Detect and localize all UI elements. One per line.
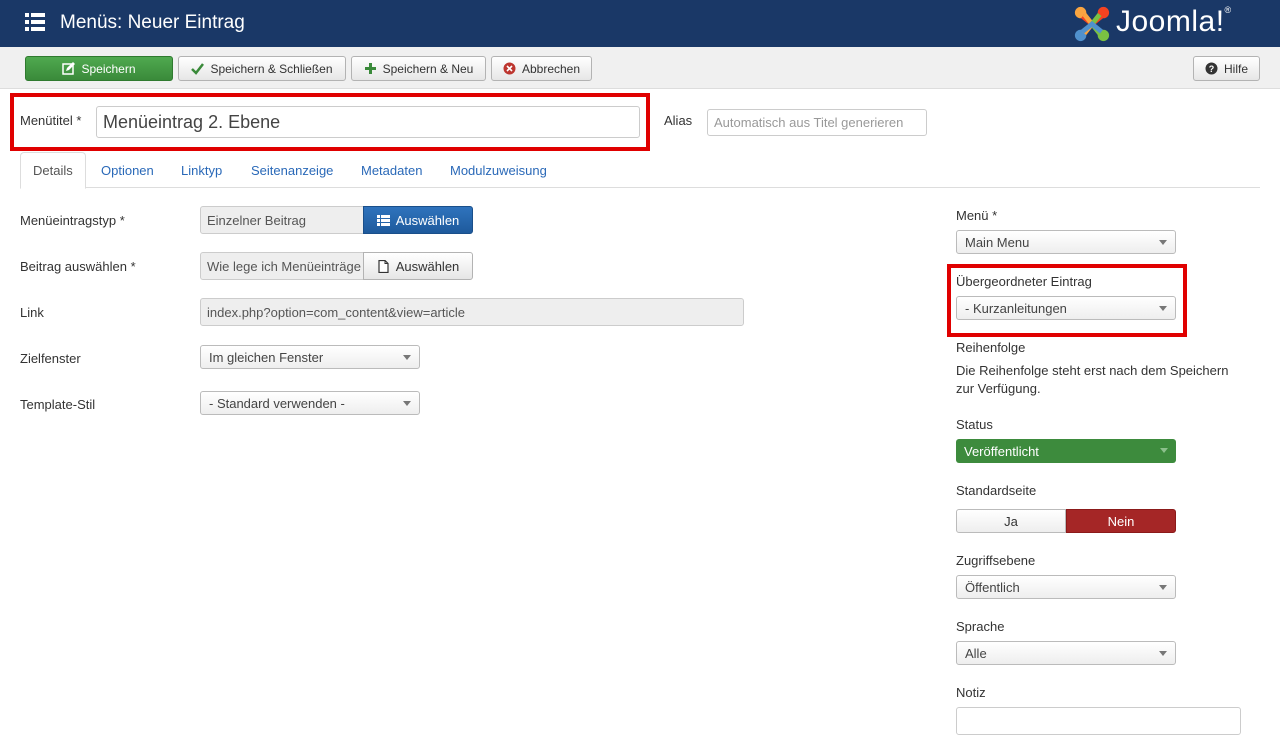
list-menu-icon[interactable] bbox=[25, 12, 45, 32]
tab-options[interactable]: Optionen bbox=[89, 152, 166, 188]
default-page-label: Standardseite bbox=[956, 483, 1037, 498]
template-style-label: Template-Stil bbox=[20, 397, 96, 412]
toolbar: Speichern Speichern & Schließen Speicher… bbox=[0, 47, 1280, 89]
save-new-button[interactable]: Speichern & Neu bbox=[351, 56, 486, 81]
dropdown-caret-icon bbox=[403, 355, 411, 360]
cancel-button[interactable]: Abbrechen bbox=[491, 56, 592, 81]
note-input[interactable] bbox=[956, 707, 1241, 735]
page-title: Menüs: Neuer Eintrag bbox=[60, 12, 245, 33]
parent-item-label: Übergeordneter Eintrag bbox=[956, 274, 1092, 289]
alias-input[interactable]: Automatisch aus Titel generieren bbox=[707, 109, 927, 136]
menu-select[interactable]: Main Menu bbox=[956, 230, 1176, 254]
dropdown-caret-icon bbox=[1159, 240, 1167, 245]
menu-label: Menü * bbox=[956, 208, 998, 223]
file-icon bbox=[378, 259, 389, 273]
joomla-logo-text: Joomla!® bbox=[1116, 5, 1232, 38]
dropdown-caret-icon bbox=[1160, 448, 1168, 453]
plus-icon bbox=[364, 63, 376, 74]
template-style-select[interactable]: - Standard verwenden - bbox=[200, 391, 420, 415]
link-label: Link bbox=[20, 305, 44, 320]
cancel-circle-icon bbox=[503, 62, 516, 75]
ordering-help-text: Die Reihenfolge steht erst nach dem Spei… bbox=[956, 363, 1229, 396]
tab-page-display[interactable]: Seitenanzeige bbox=[239, 152, 345, 188]
checkmark-icon bbox=[191, 63, 205, 75]
title-input[interactable]: Menüeintrag 2. Ebene bbox=[96, 106, 640, 138]
header-bar: Menüs: Neuer Eintrag Joomla!® bbox=[0, 0, 1280, 47]
help-button[interactable]: ? Hilfe bbox=[1193, 56, 1260, 81]
select-type-button[interactable]: Auswählen bbox=[363, 206, 473, 234]
select-article-button[interactable]: Auswählen bbox=[363, 252, 473, 280]
dropdown-caret-icon bbox=[403, 401, 411, 406]
alias-label: Alias bbox=[664, 113, 693, 128]
tab-linktype[interactable]: Linktyp bbox=[169, 152, 234, 188]
select-article-field: Wie lege ich Menüeinträge bbox=[200, 252, 364, 280]
access-level-label: Zugriffsebene bbox=[956, 553, 1036, 568]
tab-details[interactable]: Details bbox=[20, 152, 86, 189]
menu-item-type-label: Menüeintragstyp * bbox=[20, 213, 125, 228]
language-label: Sprache bbox=[956, 619, 1005, 634]
note-label: Notiz bbox=[956, 685, 986, 700]
question-circle-icon: ? bbox=[1205, 62, 1218, 75]
tab-module-assignment[interactable]: Modulzuweisung bbox=[438, 152, 559, 188]
select-article-label: Beitrag auswählen * bbox=[20, 259, 136, 274]
language-select[interactable]: Alle bbox=[956, 641, 1176, 665]
save-close-button[interactable]: Speichern & Schließen bbox=[178, 56, 346, 81]
tab-metadata[interactable]: Metadaten bbox=[349, 152, 434, 188]
status-select[interactable]: Veröffentlicht bbox=[956, 439, 1176, 463]
joomla-logo-icon bbox=[1074, 6, 1110, 42]
list-icon bbox=[376, 214, 390, 226]
link-field: index.php?option=com_content&view=articl… bbox=[200, 298, 744, 326]
target-window-label: Zielfenster bbox=[20, 351, 81, 366]
status-label: Status bbox=[956, 417, 993, 432]
access-level-select[interactable]: Öffentlich bbox=[956, 575, 1176, 599]
ordering-label: Reihenfolge bbox=[956, 340, 1026, 355]
dropdown-caret-icon bbox=[1159, 651, 1167, 656]
default-page-no-toggle[interactable]: Nein bbox=[1066, 509, 1176, 533]
svg-text:?: ? bbox=[1209, 64, 1215, 74]
title-label: Menütitel * bbox=[20, 113, 82, 128]
default-page-yes-toggle[interactable]: Ja bbox=[956, 509, 1066, 533]
target-window-select[interactable]: Im gleichen Fenster bbox=[200, 345, 420, 369]
dropdown-caret-icon bbox=[1159, 306, 1167, 311]
menu-item-type-field: Einzelner Beitrag bbox=[200, 206, 364, 234]
tab-bar: Details Optionen Linktyp Seitenanzeige M… bbox=[20, 152, 1260, 189]
dropdown-caret-icon bbox=[1159, 585, 1167, 590]
edit-icon bbox=[62, 62, 76, 75]
parent-item-select[interactable]: - Kurzanleitungen bbox=[956, 296, 1176, 320]
save-button[interactable]: Speichern bbox=[25, 56, 173, 81]
